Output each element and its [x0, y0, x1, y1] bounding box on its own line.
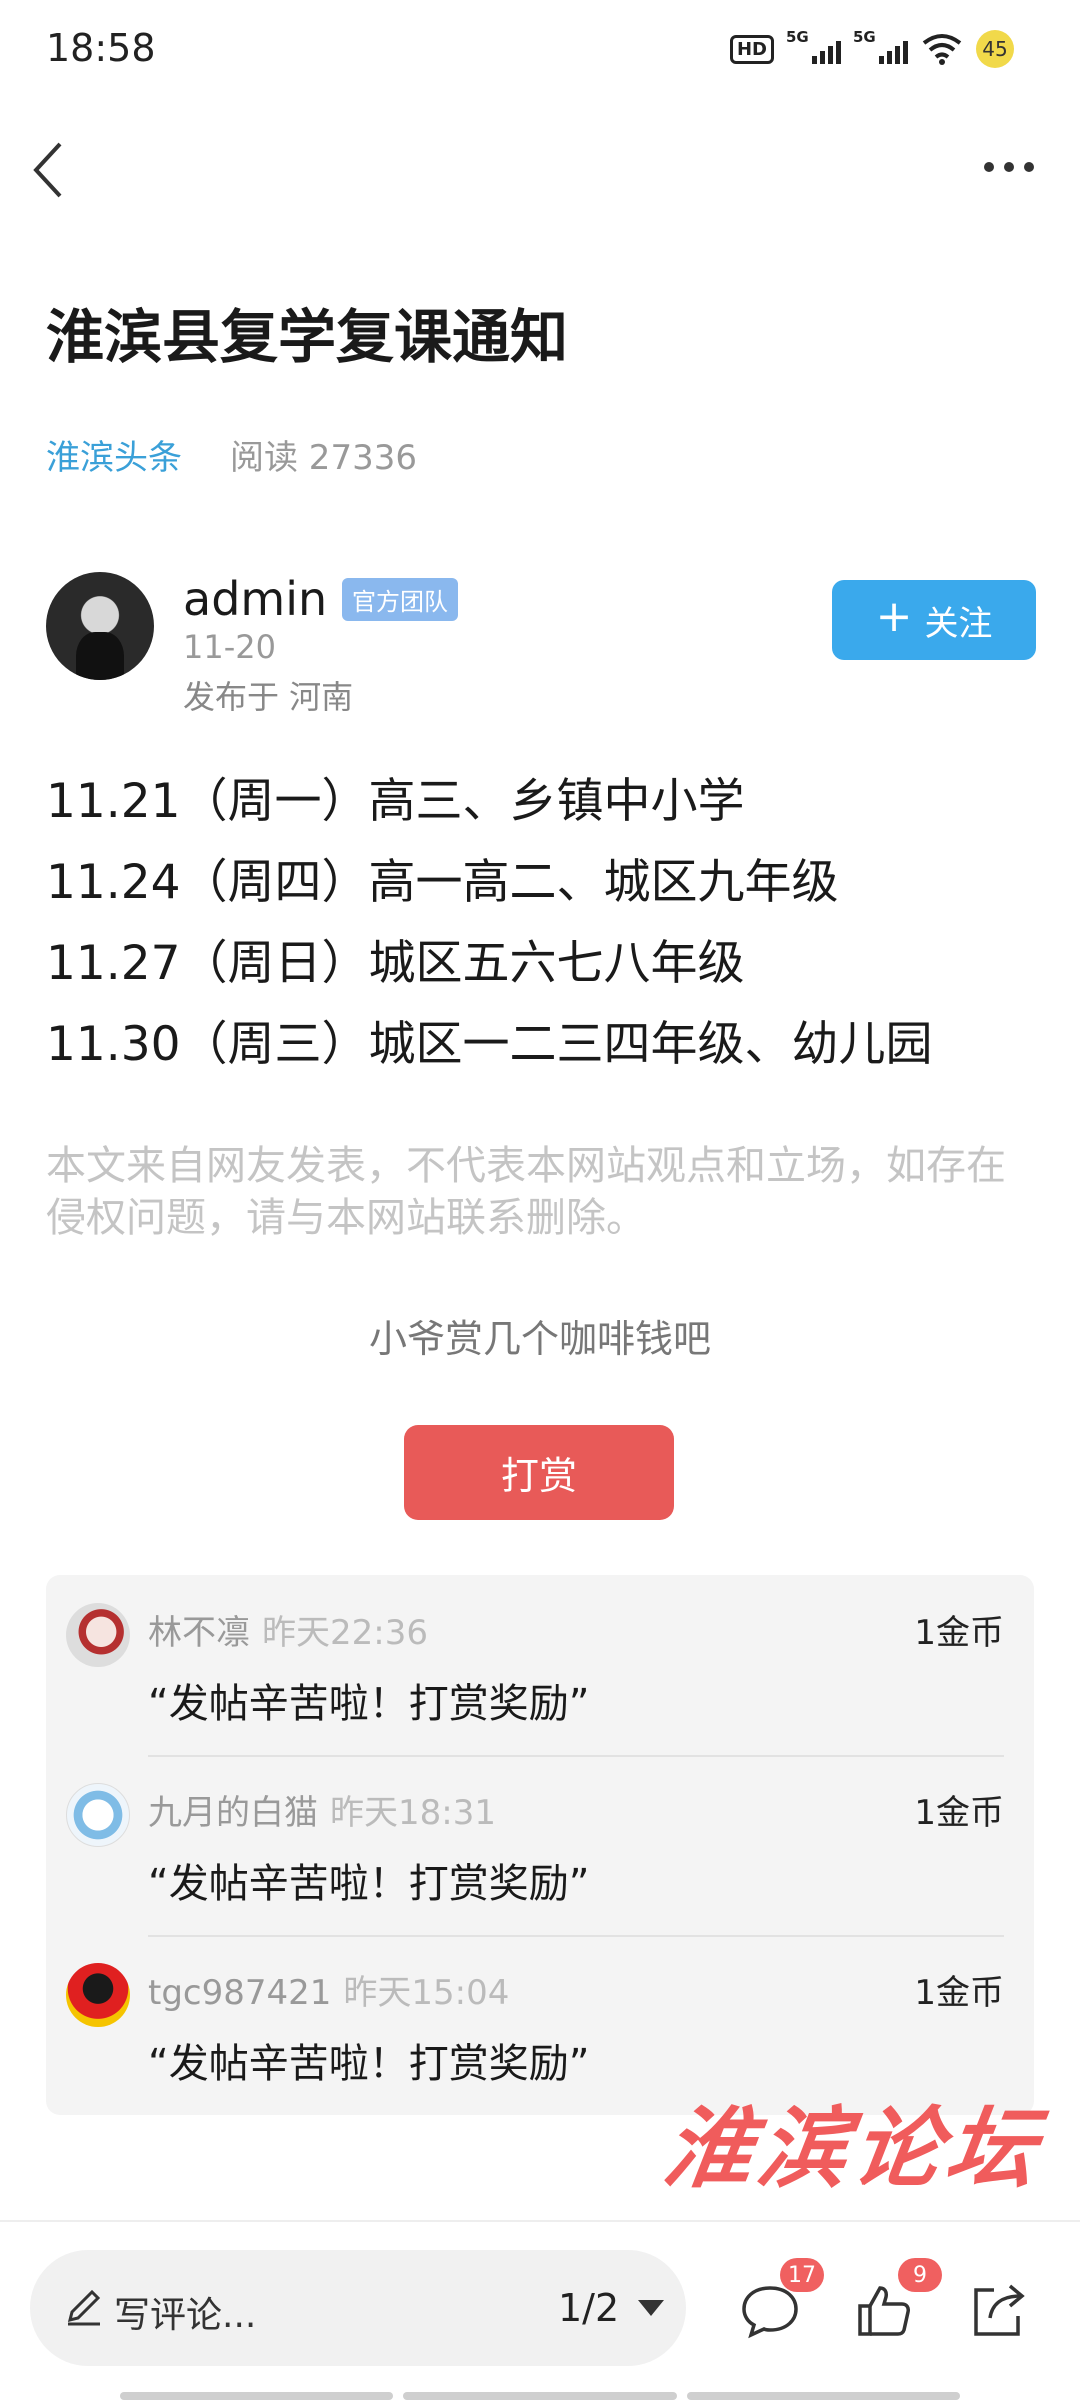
page-indicator[interactable]: 1/2 — [558, 2286, 619, 2330]
user-avatar[interactable] — [66, 1783, 130, 1847]
wifi-icon — [922, 34, 962, 65]
status-bar: 18:58 HD 5G 5G 45 — [0, 0, 1080, 100]
reward-item: 九月的白猫 昨天18:31 1金币 “发帖辛苦啦！打赏奖励” — [66, 1755, 1004, 1935]
gesture-bar — [120, 2392, 960, 2400]
content-line: 11.27（周日）城区五六七八年级 — [46, 936, 745, 991]
reward-user: 九月的白猫 昨天18:31 — [148, 1785, 496, 1834]
author-card: admin 官方团队 11-20 发布于 河南 + 关注 — [46, 572, 1036, 716]
like-count-badge: 9 — [898, 2258, 942, 2292]
user-avatar[interactable] — [66, 1603, 130, 1667]
reward-prompt: 小爷赏几个咖啡钱吧 — [368, 1317, 711, 1361]
article-title: 淮滨县复学复课通知 — [46, 303, 569, 371]
reward-amount: 1金币 — [914, 1613, 1004, 1653]
comment-count-badge: 17 — [780, 2258, 824, 2292]
back-icon[interactable] — [30, 140, 70, 200]
official-badge: 官方团队 — [342, 578, 458, 621]
reward-user: tgc987421 昨天15:04 — [148, 1965, 509, 2014]
publish-date: 11-20 — [183, 628, 276, 666]
network-type-label: 5G — [786, 28, 809, 46]
read-count: 阅读 27336 — [230, 438, 417, 478]
dropdown-icon[interactable] — [638, 2300, 664, 2316]
content-line: 11.24（周四）高一高二、城区九年级 — [46, 855, 839, 910]
reward-item: 林不凛 昨天22:36 1金币 “发帖辛苦啦！打赏奖励” — [66, 1575, 1004, 1755]
reward-button[interactable]: 打赏 — [404, 1425, 674, 1520]
author-name[interactable]: admin — [183, 572, 327, 626]
content-line: 11.21（周一）高三、乡镇中小学 — [46, 774, 745, 829]
article-meta: 淮滨头条 阅读 27336 — [46, 430, 417, 479]
reward-message: “发帖辛苦啦！打赏奖励” — [148, 2041, 590, 2087]
follow-button[interactable]: + 关注 — [832, 580, 1036, 660]
bottom-divider — [0, 2220, 1080, 2222]
reward-time: 昨天22:36 — [262, 1613, 428, 1653]
battery-icon: 45 — [976, 30, 1014, 68]
pen-icon — [67, 2289, 101, 2326]
publish-location: 发布于 河南 — [183, 678, 354, 716]
status-time: 18:58 — [46, 26, 156, 70]
user-avatar[interactable] — [66, 1963, 130, 2027]
reward-message: “发帖辛苦啦！打赏奖励” — [148, 1861, 590, 1907]
comment-placeholder: 写评论... — [114, 2295, 257, 2336]
reward-message: “发帖辛苦啦！打赏奖励” — [148, 1681, 590, 1727]
plus-icon: + — [875, 591, 913, 642]
network-type-label-2: 5G — [853, 28, 876, 46]
reward-list: 林不凛 昨天22:36 1金币 “发帖辛苦啦！打赏奖励” 九月的白猫 昨天18:31… — [46, 1575, 1034, 2115]
article-content: 11.21（周一）高三、乡镇中小学 11.24（周四）高一高二、城区九年级 11… — [46, 770, 1036, 1094]
signal-icon: 5G — [786, 28, 841, 64]
reward-time: 昨天15:04 — [343, 1973, 510, 2013]
site-watermark: 淮滨论坛 — [657, 2096, 1049, 2200]
author-avatar[interactable] — [46, 572, 154, 680]
disclaimer-text: 本文来自网友发表，不代表本网站观点和立场，如存在侵权问题，请与本网站联系删除。 — [46, 1143, 1006, 1241]
reward-user-name[interactable]: 林不凛 — [148, 1613, 250, 1653]
more-icon[interactable] — [984, 162, 1034, 172]
reward-amount: 1金币 — [914, 1973, 1004, 2013]
follow-label: 关注 — [924, 603, 993, 644]
reward-amount: 1金币 — [914, 1793, 1004, 1833]
reward-user: 林不凛 昨天22:36 — [148, 1605, 428, 1654]
reward-time: 昨天18:31 — [330, 1793, 496, 1833]
content-line: 11.30（周三）城区一二三四年级、幼儿园 — [46, 1017, 933, 1072]
signal-icon-2: 5G — [853, 28, 908, 64]
hd-icon: HD — [729, 34, 774, 64]
share-icon[interactable] — [966, 2278, 1030, 2342]
status-icons: HD 5G 5G 45 — [729, 28, 1014, 68]
nav-bar — [0, 130, 1080, 210]
comment-input[interactable]: 写评论... 1/2 — [30, 2250, 686, 2366]
reward-user-name[interactable]: tgc987421 — [148, 1973, 331, 2013]
reward-user-name[interactable]: 九月的白猫 — [148, 1793, 318, 1833]
article-source-link[interactable]: 淮滨头条 — [46, 430, 182, 479]
